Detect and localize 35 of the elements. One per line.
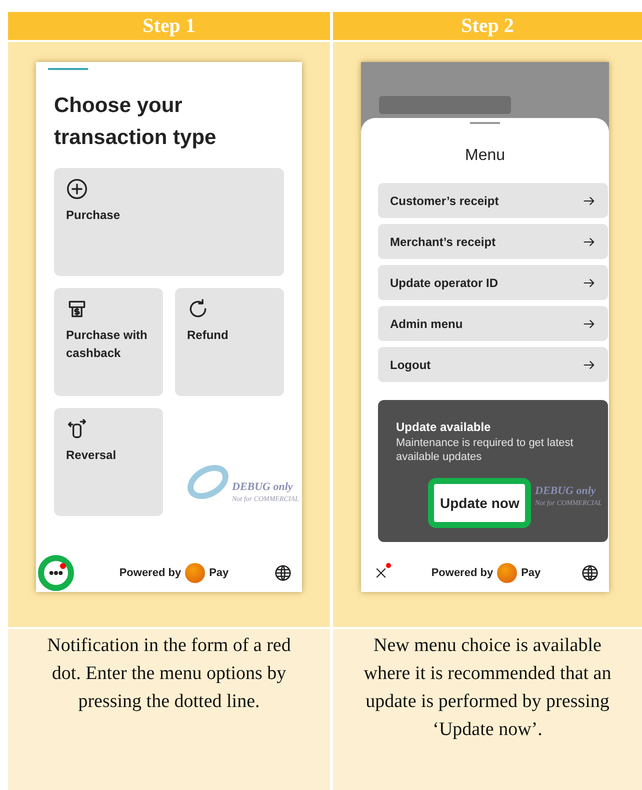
brand-logo-icon <box>185 563 206 583</box>
powered-by-text: Powered by <box>431 566 494 581</box>
sheet-handle[interactable] <box>470 122 500 124</box>
debug-watermark-text: DEBUG only <box>535 486 596 497</box>
brand-name: Pay <box>521 566 541 581</box>
brand-logo-icon <box>497 563 518 583</box>
debug-watermark-text: DEBUG only <box>232 482 293 493</box>
menu-item[interactable]: Customer’s receipt <box>378 183 608 218</box>
menu-item[interactable]: Update operator ID <box>378 265 608 300</box>
menu-item[interactable]: Merchant’s receipt <box>378 224 608 259</box>
cash-slip-icon <box>66 298 88 320</box>
column-header: Step 1 <box>8 12 330 40</box>
menu-item[interactable]: Admin menu <box>378 306 608 341</box>
menu-title: Menu <box>464 146 506 166</box>
globe-icon <box>274 564 292 582</box>
update-now-button[interactable]: Update now <box>428 478 532 528</box>
transaction-tile[interactable]: Purchase <box>54 168 284 276</box>
screen-title: Choose your transaction type <box>54 93 218 151</box>
transaction-tile[interactable]: Reversal <box>54 408 163 516</box>
close-icon <box>374 566 388 580</box>
caption-text: Notification in the form of a red dot. Enter the menu options by pressing the dotted line. <box>46 634 292 714</box>
caption-text: New menu choice is available where it is recommended that an update is performed by pressing ‘Update now’. <box>362 634 612 742</box>
menu-item[interactable]: Logout <box>378 347 608 382</box>
circular-arrow-icon <box>187 298 209 320</box>
update-title: Update available <box>396 419 492 436</box>
powered-by-text: Powered by <box>119 566 182 581</box>
transaction-tile[interactable]: Refund <box>175 288 284 396</box>
transaction-tile[interactable]: Purchase with cashback <box>54 288 163 396</box>
menu-button[interactable] <box>38 555 74 591</box>
update-text: Maintenance is required to get latest available updates <box>396 436 574 464</box>
plus-circle-icon <box>66 178 88 200</box>
phone-arrows-icon <box>66 418 88 440</box>
globe-icon <box>580 564 599 582</box>
brand-name: Pay <box>209 566 229 581</box>
column-header: Step 2 <box>333 12 642 40</box>
